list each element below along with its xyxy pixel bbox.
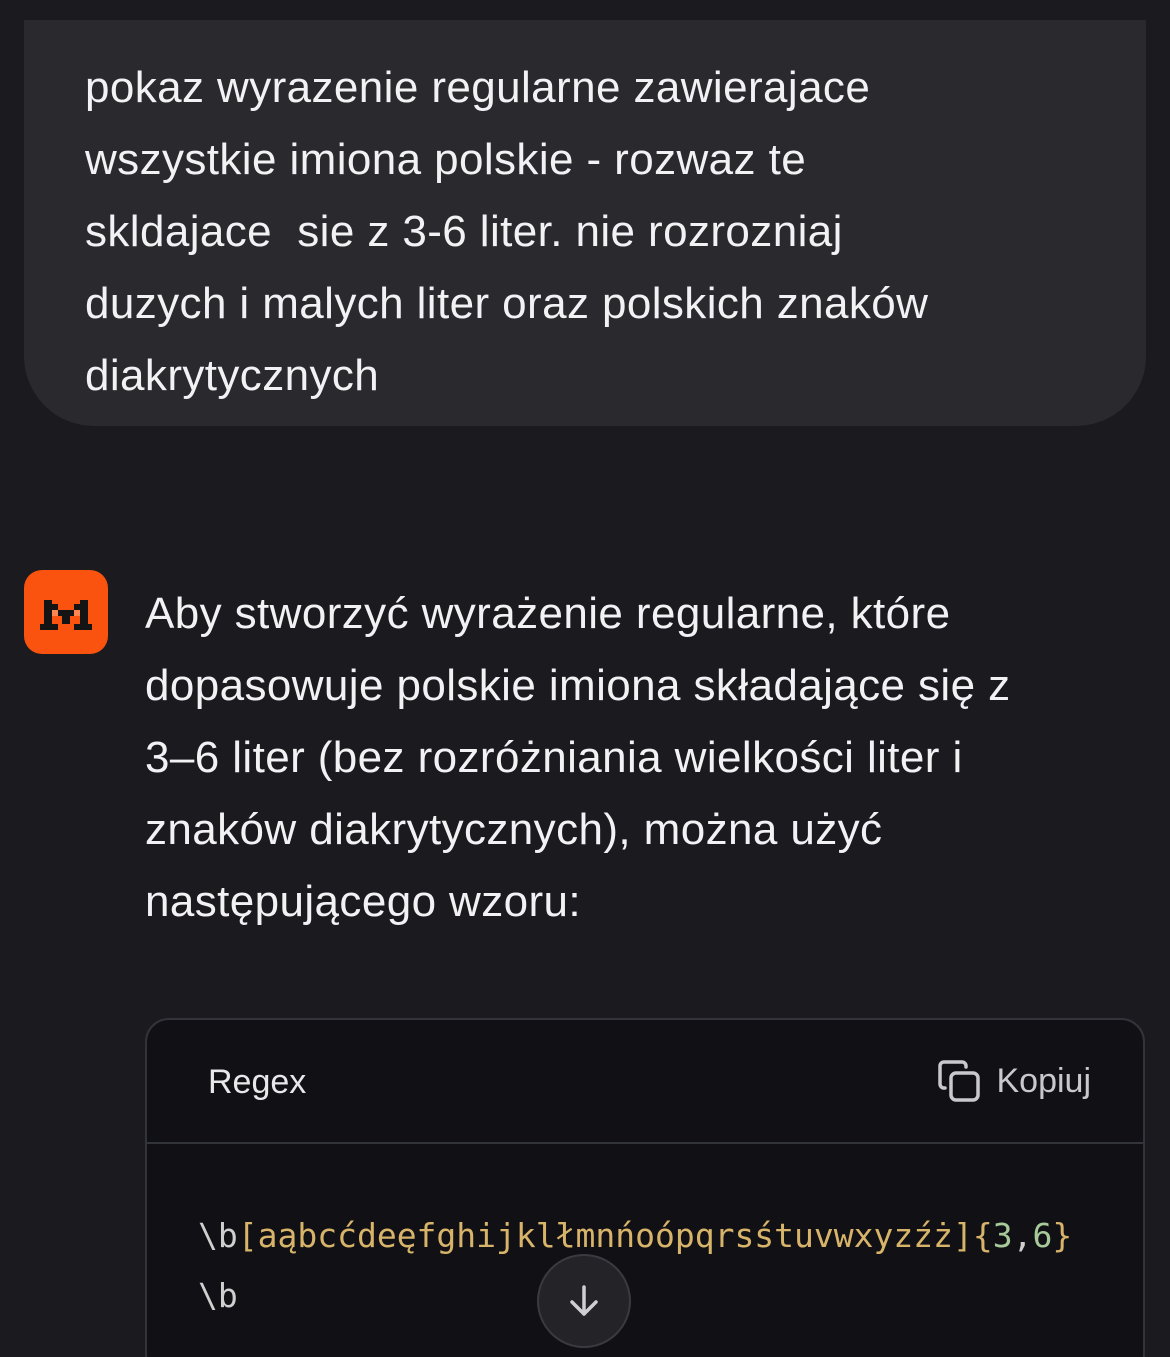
code-token-number: 3 [992,1216,1013,1255]
assistant-avatar [24,570,108,654]
user-message-bubble: pokaz wyrazenie regularne zawierajace ws… [24,20,1146,426]
arrow-down-icon [570,1285,598,1316]
copy-button[interactable]: Kopiuj [936,1056,1091,1106]
code-block-header: Regex Kopiuj [147,1020,1143,1144]
code-token-comma: , [1012,1216,1033,1255]
code-language-label: Regex [208,1063,307,1101]
code-token-brace: } [1052,1216,1073,1255]
code-token-char-class: [aąbcćdeęfghijklłmnńoópqrsśtuvwxyzźż] [237,1216,973,1255]
copy-button-label: Kopiuj [996,1061,1091,1100]
scroll-to-bottom-button[interactable] [537,1254,631,1348]
code-token-boundary: \b [198,1276,238,1315]
code-token-number: 6 [1032,1216,1053,1255]
mistral-logo-icon [40,600,92,630]
user-message-text: pokaz wyrazenie regularne zawierajace ws… [85,63,929,400]
chat-screen: pokaz wyrazenie regularne zawierajace ws… [0,0,1170,1357]
code-token-brace: { [972,1216,993,1255]
assistant-message-text: Aby stworzyć wyrażenie regularne, które … [145,589,1011,926]
code-block: Regex Kopiuj \b[aąbcćdeęfghijklłmnńoópqr… [145,1018,1145,1357]
copy-icon [938,1060,981,1102]
code-content: \b[aąbcćdeęfghijklłmnńoópqrsśtuvwxyzźż]{… [198,1206,1098,1326]
code-token-boundary: \b [198,1216,238,1255]
